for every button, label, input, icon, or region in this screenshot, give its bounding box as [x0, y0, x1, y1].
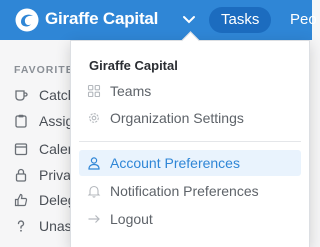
menu-item-logout[interactable]: Logout	[79, 206, 301, 232]
arrow-right-icon	[88, 215, 100, 223]
bell-icon	[87, 185, 101, 198]
tab-people[interactable]: Peo	[290, 7, 317, 33]
logo-icon[interactable]	[15, 8, 39, 32]
question-icon	[17, 220, 25, 232]
chevron-down-icon[interactable]	[182, 15, 196, 25]
sidebar-item-catch[interactable]: Catch	[14, 85, 76, 105]
clipboard-icon	[15, 114, 27, 128]
sidebar-item-private[interactable]: Priva	[14, 165, 74, 185]
gear-icon	[89, 113, 99, 123]
user-icon	[88, 157, 100, 170]
sidebar-item-assigned[interactable]: Assig	[14, 111, 74, 131]
app-name[interactable]: Giraffe Capital	[45, 9, 158, 29]
menu-item-label: Organization Settings	[110, 110, 244, 126]
sidebar-item-label: Unas	[39, 218, 72, 234]
menu-divider	[79, 141, 301, 142]
menu-item-label: Logout	[110, 211, 153, 227]
cup-icon	[15, 90, 28, 101]
sidebar-item-delegated[interactable]: Deleg	[14, 190, 76, 210]
calendar-icon	[14, 143, 28, 156]
menu-item-teams[interactable]: Teams	[79, 78, 301, 104]
sidebar-item-label: Priva	[39, 167, 71, 183]
dropdown-title: Giraffe Capital	[89, 58, 178, 73]
menu-item-notification-preferences[interactable]: Notification Preferences	[79, 178, 301, 204]
lock-icon	[15, 168, 27, 182]
tab-tasks[interactable]: Tasks	[209, 7, 272, 33]
menu-item-account-preferences[interactable]: Account Preferences	[79, 150, 301, 176]
menu-item-label: Account Preferences	[110, 155, 240, 171]
sidebar-heading-favorites: FAVORITE	[14, 64, 74, 76]
sidebar-item-unassigned[interactable]: Unas	[14, 216, 74, 236]
menu-item-organization-settings[interactable]: Organization Settings	[79, 105, 301, 131]
top-navigation-bar: Giraffe Capital Tasks Peo	[0, 0, 317, 40]
sidebar-item-calendar[interactable]: Calen	[14, 139, 76, 159]
organization-dropdown-menu: Giraffe Capital Teams Organization Setti…	[70, 31, 310, 247]
thumbs-up-icon	[14, 193, 28, 207]
grid-icon	[87, 84, 101, 98]
menu-item-label: Teams	[110, 83, 152, 99]
sidebar-item-label: Assig	[39, 113, 74, 129]
menu-item-label: Notification Preferences	[110, 183, 259, 199]
